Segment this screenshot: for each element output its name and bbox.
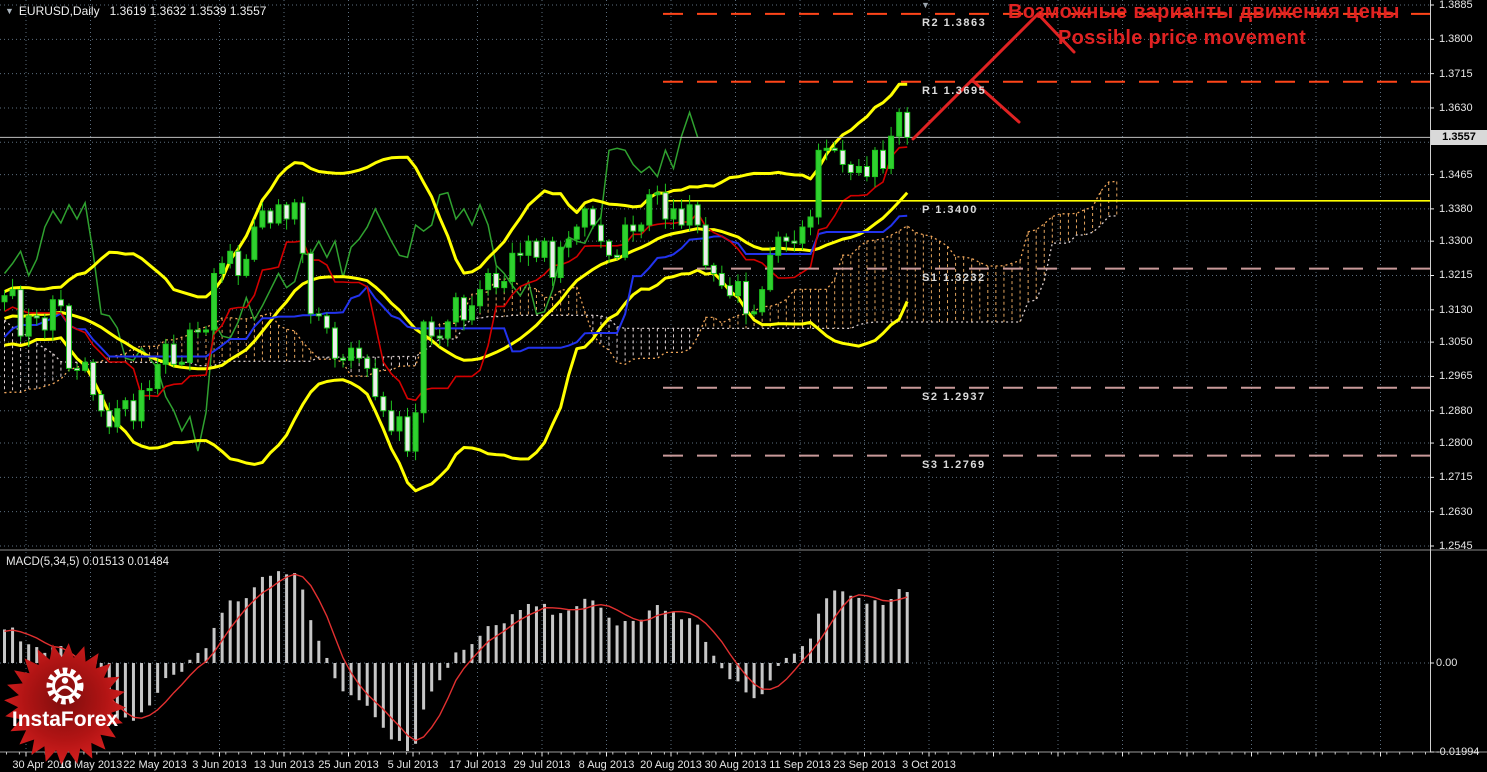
chart-title: ▼ EURUSD,Daily 1.3619 1.3632 1.3539 1.3557	[5, 4, 266, 18]
price-tick-label: 1.3380	[1439, 202, 1473, 215]
annotation-text-ru: Возможные варианты движения цены	[1008, 1, 1400, 23]
price-tick-label: 1.3630	[1439, 101, 1473, 114]
candles-layer	[1, 107, 911, 461]
ohlc-quotes: 1.3619 1.3632 1.3539 1.3557	[109, 4, 267, 18]
price-tick-label: 1.3215	[1439, 269, 1473, 282]
price-tick-label: 1.3885	[1439, 0, 1473, 11]
price-tick-label: 1.3800	[1439, 33, 1473, 46]
price-tick-label: 1.3300	[1439, 235, 1473, 248]
price-tick-label: 1.2965	[1439, 370, 1473, 383]
price-tick-label: 1.3050	[1439, 336, 1473, 349]
pivot-label-s3: S3 1.2769	[922, 458, 986, 471]
pivot-label-s2: S2 1.2937	[922, 390, 986, 403]
macd-indicator-label: MACD(5,34,5) 0.01513 0.01484	[6, 556, 169, 568]
pivot-label-s1: S1 1.3232	[922, 271, 986, 284]
price-tick-label: 1.3465	[1439, 168, 1473, 181]
mt4-chart-window: ▼ EURUSD,Daily 1.3619 1.3632 1.3539 1.3557…	[0, 0, 1487, 772]
logo-text: InstaForex	[12, 708, 119, 731]
instaforex-logo: InstaForex	[4, 643, 126, 765]
price-tick-label: 1.3130	[1439, 303, 1473, 316]
chart-shift-triangle-icon: ▼	[921, 0, 930, 10]
symbol-marker-icon: ▼	[5, 6, 14, 16]
macdg-layer	[3, 571, 909, 751]
date-tick-label: 3 Oct 2013	[902, 759, 956, 771]
pivot-label-r2: R2 1.3863	[922, 16, 987, 29]
price-tick-label: 1.2800	[1439, 437, 1473, 450]
symbol-label: EURUSD,Daily	[18, 4, 100, 18]
price-tick-label: 1.2880	[1439, 404, 1473, 417]
macd-tick-label: 0.00	[1436, 657, 1458, 669]
price-tick-label: 1.2715	[1439, 471, 1473, 484]
macd-tick-label: -0.01994	[1436, 746, 1480, 758]
pivot-label-p: P 1.3400	[922, 203, 978, 216]
chart-canvas[interactable]	[0, 0, 1487, 772]
macd-name: MACD(5,34,5)	[6, 556, 80, 568]
price-tick-label: 1.2630	[1439, 505, 1473, 518]
price-tick-label: 1.2545	[1439, 539, 1473, 552]
current-price-tag: 1.3557	[1431, 130, 1487, 145]
annotation-text-en: Possible price movement	[1058, 27, 1307, 49]
macd-values: 0.01513 0.01484	[82, 556, 170, 568]
pivot-label-r1: R1 1.3695	[922, 84, 987, 97]
price-tick-label: 1.3715	[1439, 67, 1473, 80]
